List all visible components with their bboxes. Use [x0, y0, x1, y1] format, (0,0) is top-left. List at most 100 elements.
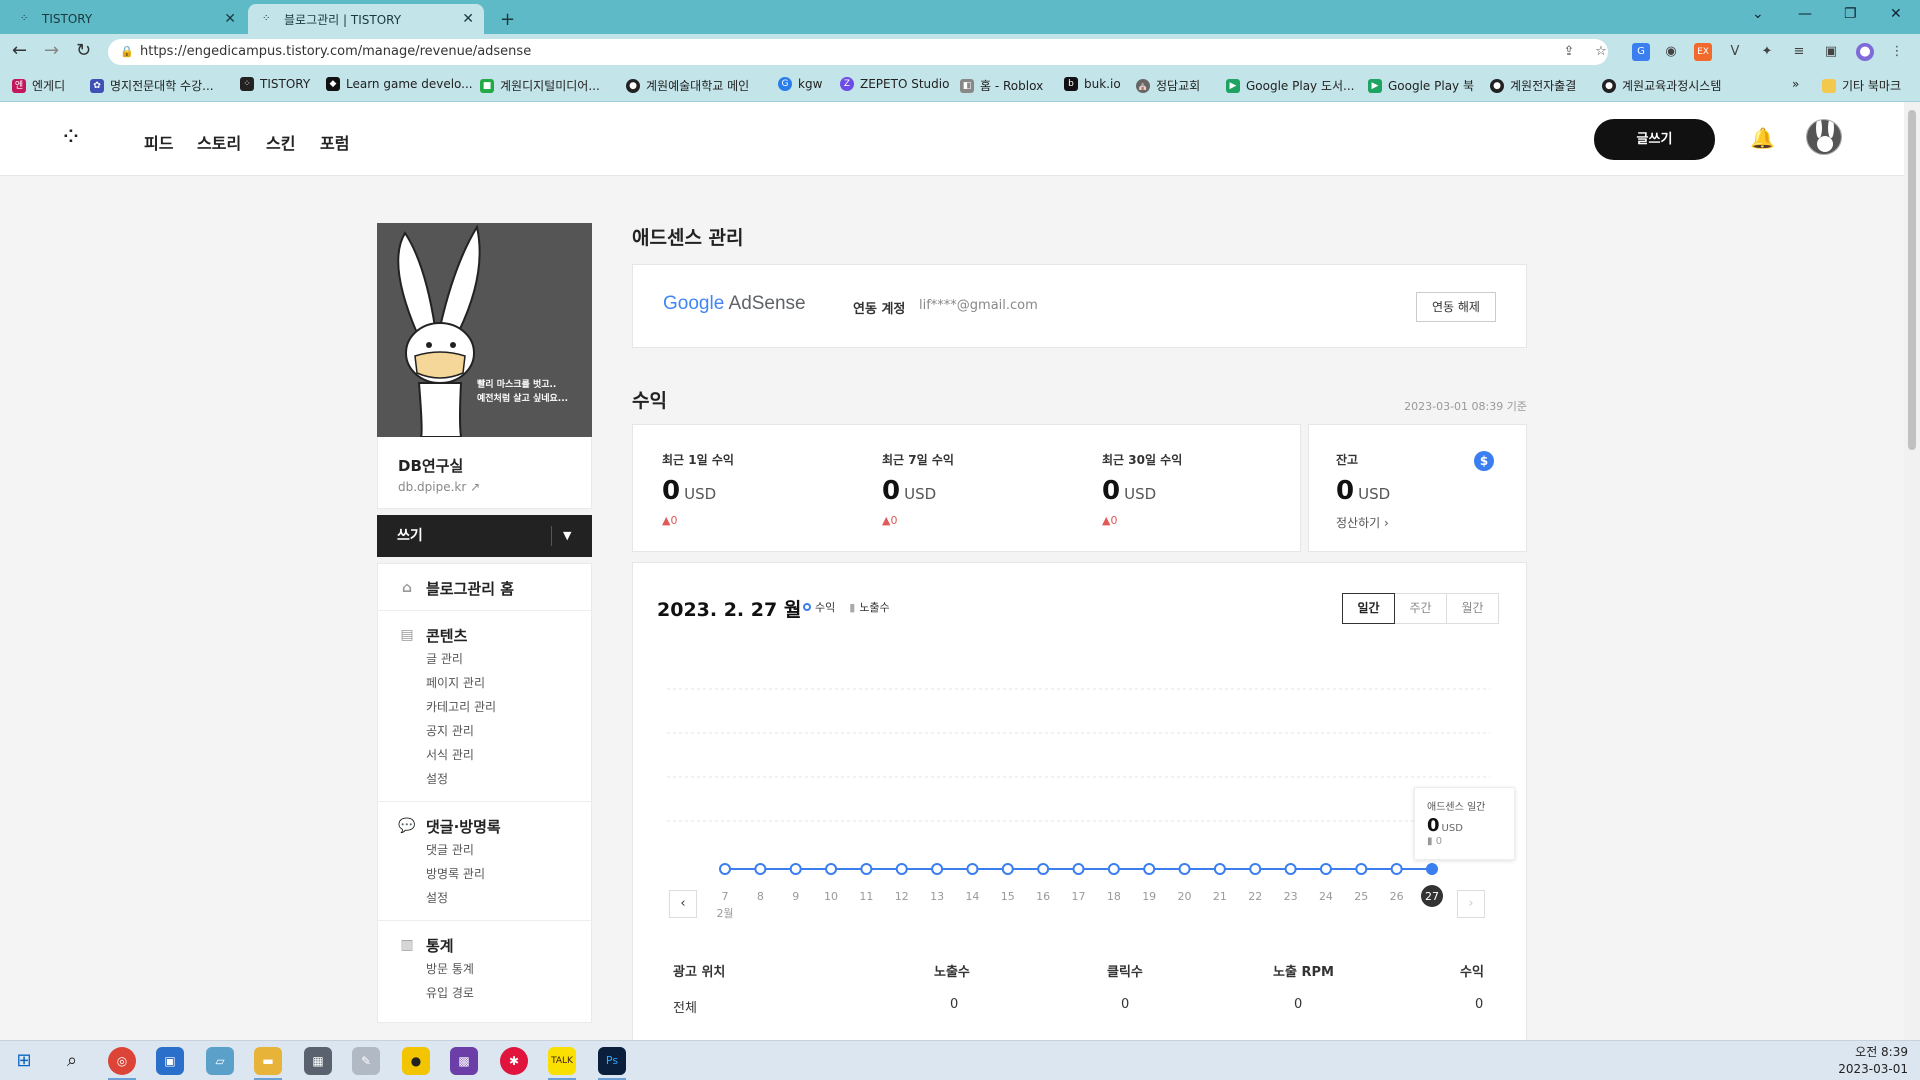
paint-icon[interactable]: ✎	[352, 1047, 380, 1075]
bookmark-star-icon[interactable]: ☆	[1592, 43, 1610, 61]
v-extension-icon[interactable]: V	[1726, 43, 1744, 61]
data-point[interactable]	[1319, 863, 1332, 875]
data-point[interactable]	[966, 863, 979, 875]
bookmark-item[interactable]: ⁘ TISTORY	[240, 77, 310, 91]
back-icon[interactable]: ←	[12, 42, 27, 60]
sidebar-item-content[interactable]: ▤ 콘텐츠	[398, 623, 591, 647]
tab-search-icon[interactable]: ⌄	[1752, 6, 1764, 22]
bookmark-item[interactable]: ◧ 홈 - Roblox	[960, 77, 1043, 94]
sidebar-item-pages[interactable]: 페이지 관리	[398, 671, 591, 695]
bookmark-item[interactable]: ▶ Google Play 도서...	[1226, 77, 1355, 94]
chart-next-button[interactable]: ›	[1457, 890, 1485, 918]
reload-icon[interactable]: ↻	[76, 42, 91, 60]
browser-tab-blog-manage[interactable]: ⁘ 블로그관리 | TISTORY ✕	[248, 4, 484, 34]
tistory-logo-icon[interactable]: ⁘	[60, 122, 82, 152]
bookmark-item[interactable]: ▶ Google Play 북	[1368, 77, 1474, 94]
extensions-puzzle-icon[interactable]: ✦	[1758, 43, 1776, 61]
data-point[interactable]	[1143, 863, 1156, 875]
settle-link[interactable]: 정산하기 ›	[1336, 514, 1390, 531]
bookmark-item[interactable]: ● 계원전자출결	[1490, 77, 1576, 94]
side-panel-icon[interactable]: ▣	[1822, 43, 1840, 61]
data-point[interactable]	[825, 863, 838, 875]
nav-forum[interactable]: 포럼	[320, 130, 349, 154]
sidebar-item-templates[interactable]: 서식 관리	[398, 743, 591, 767]
bookmark-item[interactable]: ◆ Learn game develo...	[326, 77, 473, 91]
sidebar-item-notices[interactable]: 공지 관리	[398, 719, 591, 743]
translate-extension-icon[interactable]: G	[1632, 43, 1650, 61]
windows-start-icon[interactable]: ⊞	[10, 1047, 38, 1075]
period-monthly-button[interactable]: 월간	[1446, 593, 1499, 624]
chart-prev-button[interactable]: ‹	[669, 890, 697, 918]
reading-list-icon[interactable]: ≡	[1790, 43, 1808, 61]
chrome-icon[interactable]: ◎	[108, 1047, 136, 1075]
page-scrollbar[interactable]	[1904, 102, 1920, 1040]
bookmark-item[interactable]: 엔 엔게디	[12, 77, 65, 94]
data-point[interactable]	[860, 863, 873, 875]
scrollbar-thumb[interactable]	[1908, 110, 1916, 450]
notes-app-icon[interactable]: ▱	[206, 1047, 234, 1075]
bookmarks-overflow[interactable]: »	[1792, 77, 1799, 91]
data-point[interactable]	[1178, 863, 1191, 875]
share-icon[interactable]: ⇪	[1560, 43, 1578, 61]
sidebar-item-content-settings[interactable]: 설정	[398, 767, 591, 791]
data-point[interactable]	[754, 863, 767, 875]
sidebar-item-home[interactable]: ⌂ 블로그관리 홈	[398, 576, 591, 600]
data-point[interactable]	[1249, 863, 1262, 875]
bookmark-item[interactable]: ⛪ 정담교회	[1136, 77, 1200, 94]
window-close-icon[interactable]: ✕	[1890, 6, 1902, 22]
sidebar-item-stats[interactable]: ▥ 통계	[398, 933, 591, 957]
app-window-icon[interactable]: ▣	[156, 1047, 184, 1075]
file-explorer-icon[interactable]: ▬	[254, 1047, 282, 1075]
bookmark-item[interactable]: ✿ 명지전문대학 수강...	[90, 77, 214, 94]
bookmark-item[interactable]: b buk.io	[1064, 77, 1121, 91]
sidebar-item-posts[interactable]: 글 관리	[398, 647, 591, 671]
data-point[interactable]	[1072, 863, 1085, 875]
data-point[interactable]	[1284, 863, 1297, 875]
data-point[interactable]	[931, 863, 944, 875]
sidebar-item-guestbook[interactable]: 방명록 관리	[398, 862, 591, 886]
photoshop-icon[interactable]: Ps	[598, 1047, 626, 1075]
sidebar-write-button[interactable]: 쓰기 ▼	[377, 515, 592, 557]
kakaotalk-icon[interactable]: TALK	[548, 1047, 576, 1075]
tab-close-icon[interactable]: ✕	[462, 11, 474, 27]
period-daily-button[interactable]: 일간	[1342, 593, 1395, 624]
sidebar-item-comments[interactable]: 💬 댓글·방명록	[398, 814, 591, 838]
period-weekly-button[interactable]: 주간	[1394, 593, 1447, 624]
forward-icon[interactable]: →	[44, 42, 59, 60]
calculator-icon[interactable]: ▦	[304, 1047, 332, 1075]
camera-extension-icon[interactable]: ◉	[1662, 43, 1680, 61]
data-point[interactable]	[1426, 863, 1438, 875]
search-icon[interactable]: ⌕	[58, 1047, 86, 1075]
data-point[interactable]	[1001, 863, 1014, 875]
browser-tab-tistory[interactable]: ⁘ TISTORY ✕	[6, 4, 246, 34]
system-clock[interactable]: 오전 8:39 2023-03-01	[1838, 1044, 1908, 1078]
minimize-icon[interactable]: —	[1798, 6, 1812, 22]
sidebar-item-comment-settings[interactable]: 설정	[398, 886, 591, 910]
nav-feed[interactable]: 피드	[144, 130, 173, 154]
data-point[interactable]	[1107, 863, 1120, 875]
blog-name[interactable]: DB연구실	[398, 455, 571, 476]
bookmark-item[interactable]: ● 계원교육과정시스템	[1602, 77, 1721, 94]
ex-extension-icon[interactable]: EX	[1694, 43, 1712, 61]
data-point[interactable]	[1037, 863, 1050, 875]
bookmark-item[interactable]: ● 계원예술대학교 메인	[626, 77, 749, 94]
notification-bell-icon[interactable]: 🔔	[1750, 126, 1775, 150]
address-bar[interactable]: 🔒 https://engedicampus.tistory.com/manag…	[108, 39, 1608, 65]
nav-story[interactable]: 스토리	[197, 130, 241, 154]
data-point[interactable]	[895, 863, 908, 875]
data-point[interactable]	[719, 863, 731, 875]
data-point[interactable]	[1390, 863, 1403, 875]
bookmark-item[interactable]: Gkgw	[778, 77, 822, 91]
browser-menu-icon[interactable]: ⋮	[1888, 43, 1906, 61]
sidebar-item-comment-manage[interactable]: 댓글 관리	[398, 838, 591, 862]
nav-skin[interactable]: 스킨	[266, 130, 295, 154]
sidebar-item-referrers[interactable]: 유입 경로	[398, 981, 591, 1005]
write-post-button[interactable]: 글쓰기	[1594, 119, 1715, 160]
game-app-icon[interactable]: ▩	[450, 1047, 478, 1075]
data-point[interactable]	[1213, 863, 1226, 875]
new-tab-button[interactable]: +	[492, 4, 522, 34]
unlink-button[interactable]: 연동 해제	[1416, 292, 1496, 322]
tab-close-icon[interactable]: ✕	[224, 11, 236, 27]
bookmark-item[interactable]: Z ZEPETO Studio	[840, 77, 949, 91]
data-point[interactable]	[1355, 863, 1368, 875]
